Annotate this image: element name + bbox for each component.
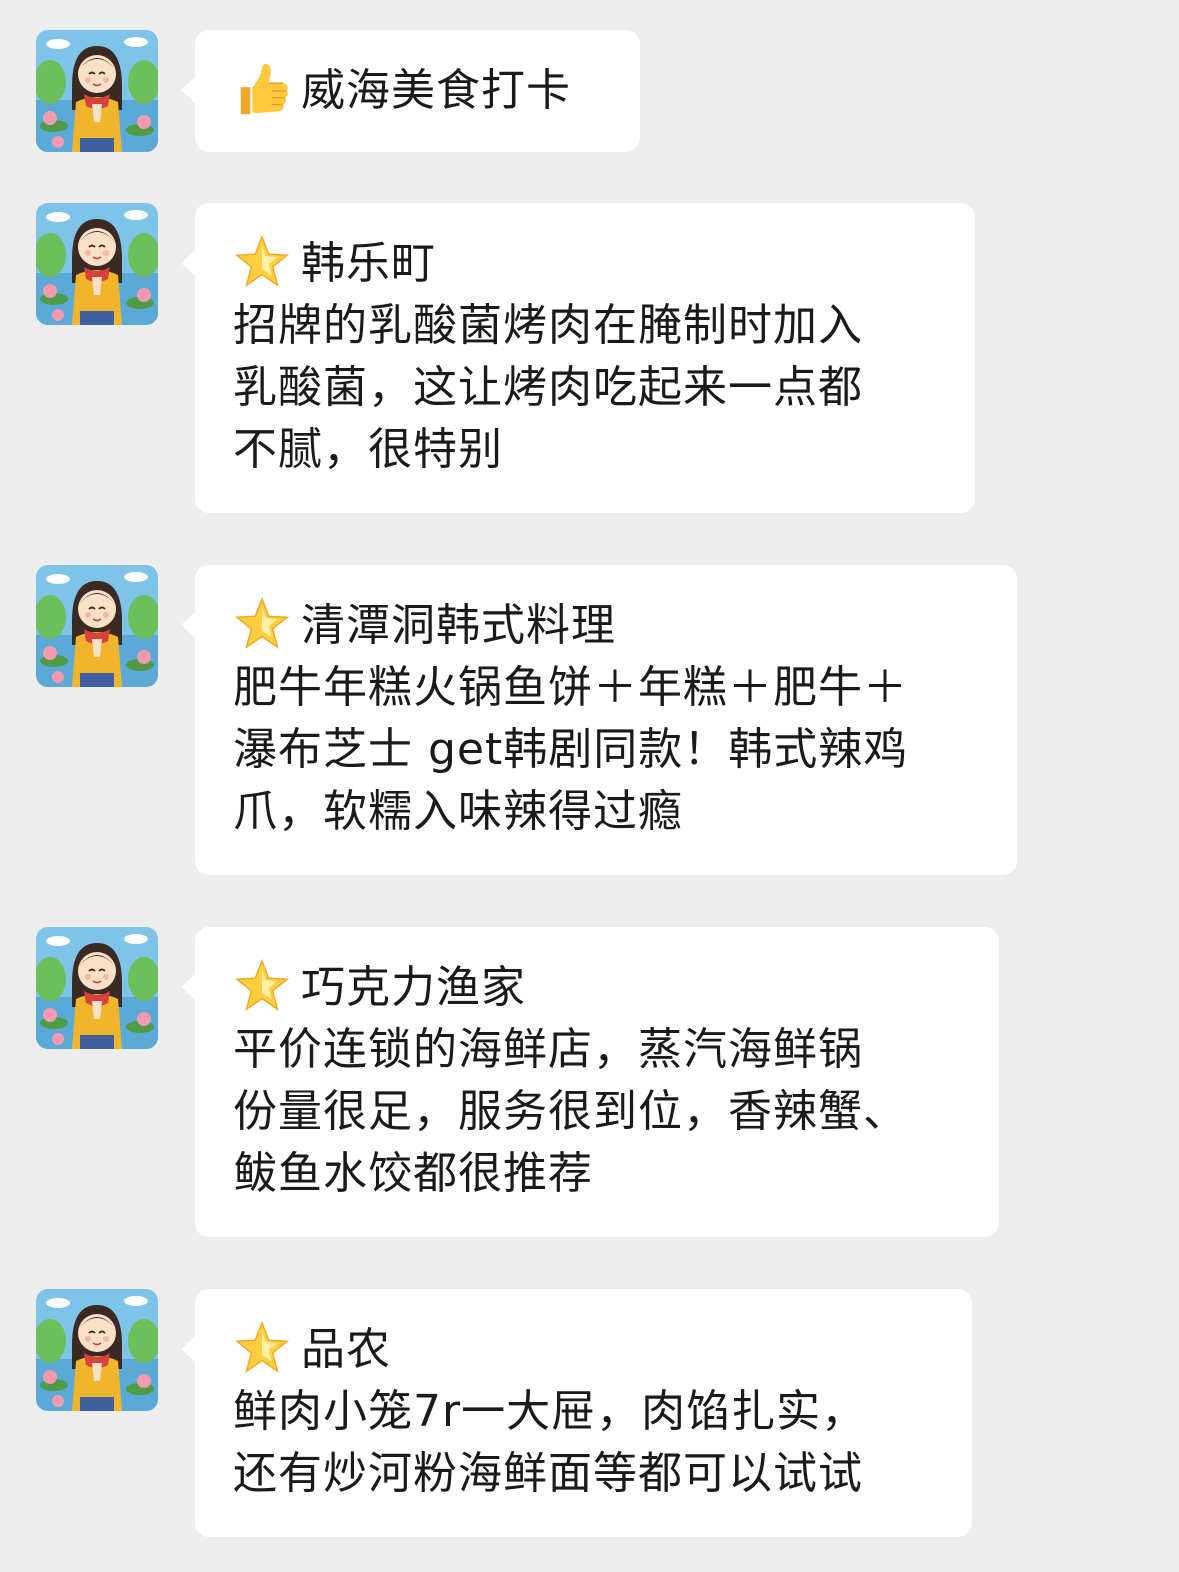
avatar[interactable]: [36, 203, 158, 325]
avatar-illustration: [36, 30, 158, 152]
message-text-line: 还有炒河粉海鲜面等都可以试试: [233, 1448, 863, 1499]
avatar-illustration: [36, 203, 158, 325]
message-bubble[interactable]: 清潭洞韩式料理 肥牛年糕火锅鱼饼＋年糕＋肥牛＋ 瀑布芝士 get韩剧同款！韩式辣…: [181, 565, 1017, 875]
thumbs-up-icon: [233, 60, 295, 122]
message-title: 韩乐町: [301, 238, 436, 289]
message-title: 清潭洞韩式料理: [301, 600, 616, 651]
avatar[interactable]: [36, 927, 158, 1049]
message-title: 巧克力渔家: [301, 962, 526, 1013]
message-text-line: 招牌的乳酸菌烤肉在腌制时加入: [233, 300, 863, 351]
message-bubble[interactable]: 品农 鲜肉小笼7r一大屉，肉馅扎实， 还有炒河粉海鲜面等都可以试试: [181, 1289, 972, 1537]
message-text-line: 瀑布芝士 get韩剧同款！韩式辣鸡: [233, 724, 909, 775]
message-text-line: 鲜肉小笼7r一大屉，肉馅扎实，: [233, 1386, 867, 1437]
message-title-line: 清潭洞韩式料理: [233, 595, 979, 657]
star-icon: [233, 233, 295, 295]
star-icon: [233, 957, 295, 1019]
message-text-line: 平价连锁的海鲜店，蒸汽海鲜锅: [233, 1024, 863, 1075]
chat-message-list[interactable]: 威海美食打卡 韩乐町 招牌的乳酸菌烤肉在腌制时加入 乳酸菌，这让烤肉吃起来一点都…: [0, 0, 1179, 1572]
message-title-line: 威海美食打卡: [233, 60, 602, 122]
message-title: 品农: [301, 1324, 391, 1375]
avatar-illustration: [36, 927, 158, 1049]
message-text-line: 肥牛年糕火锅鱼饼＋年糕＋肥牛＋: [233, 662, 908, 713]
message-bubble[interactable]: 韩乐町 招牌的乳酸菌烤肉在腌制时加入 乳酸菌，这让烤肉吃起来一点都 不腻，很特别: [181, 203, 975, 513]
message-text-line: 份量很足，服务很到位，香辣蟹、: [233, 1086, 908, 1137]
message-title-line: 巧克力渔家: [233, 957, 961, 1019]
star-icon: [233, 1319, 295, 1381]
avatar-illustration: [36, 565, 158, 687]
star-icon: [233, 595, 295, 657]
message-bubble[interactable]: 威海美食打卡: [181, 30, 640, 152]
avatar[interactable]: [36, 565, 158, 687]
message-text-line: 不腻，很特别: [233, 424, 503, 475]
message-title-line: 品农: [233, 1319, 934, 1381]
message-text-line: 鲅鱼水饺都很推荐: [233, 1148, 593, 1199]
message-title-line: 韩乐町: [233, 233, 937, 295]
avatar[interactable]: [36, 1289, 158, 1411]
avatar-illustration: [36, 1289, 158, 1411]
message-bubble[interactable]: 巧克力渔家 平价连锁的海鲜店，蒸汽海鲜锅 份量很足，服务很到位，香辣蟹、 鲅鱼水…: [181, 927, 999, 1237]
message-text-line: 乳酸菌，这让烤肉吃起来一点都: [233, 362, 863, 413]
message-title: 威海美食打卡: [301, 65, 571, 116]
avatar[interactable]: [36, 30, 158, 152]
message-text-line: 爪，软糯入味辣得过瘾: [233, 786, 683, 837]
